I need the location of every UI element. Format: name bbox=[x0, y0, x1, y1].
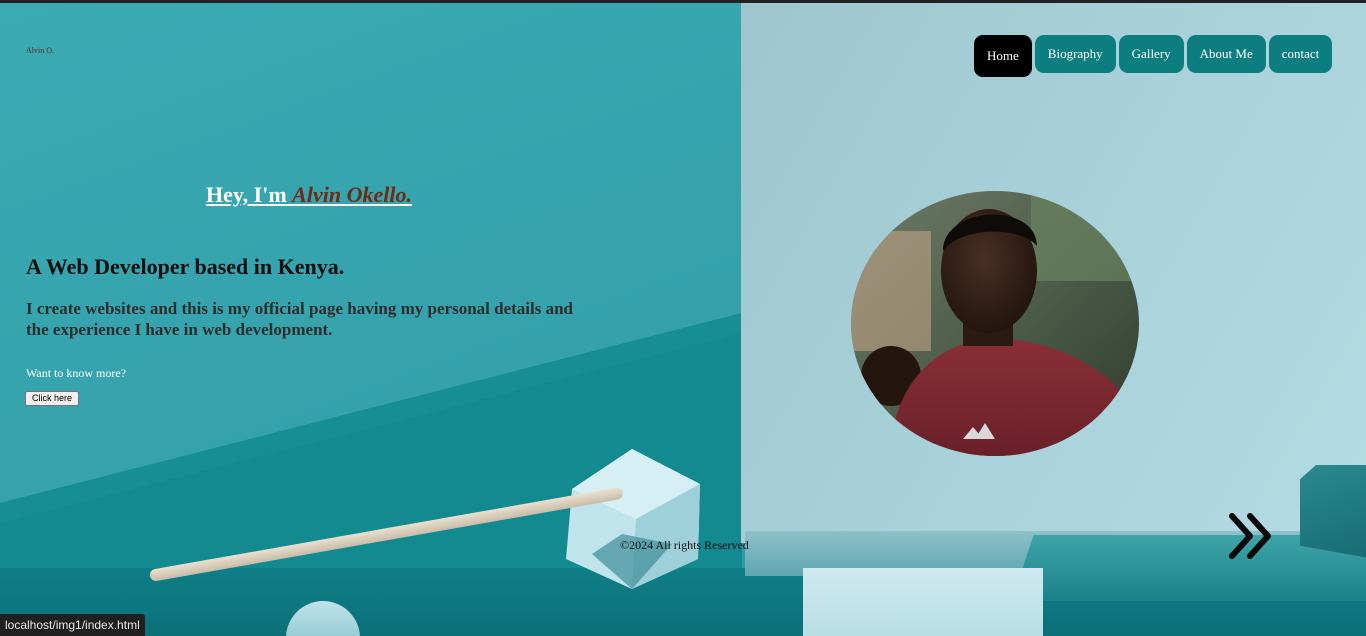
hero-description: I create websites and this is my officia… bbox=[26, 299, 574, 339]
main-nav: Home Biography Gallery About Me contact bbox=[974, 35, 1333, 77]
hero-prompt: Want to know more? bbox=[26, 366, 127, 380]
nav-item-about-me[interactable]: About Me bbox=[1186, 35, 1266, 73]
profile-photo-image bbox=[851, 191, 1139, 456]
double-chevron-right-icon[interactable] bbox=[1228, 512, 1278, 560]
nav-item-home[interactable]: Home bbox=[974, 35, 1032, 77]
hero-greeting: Hey, I'm Alvin Okello. bbox=[206, 182, 412, 208]
nav-item-biography[interactable]: Biography bbox=[1034, 35, 1116, 73]
hero-greeting-text: Hey, I'm bbox=[206, 182, 293, 207]
nav-item-contact[interactable]: contact bbox=[1268, 35, 1333, 73]
nav-item-gallery[interactable]: Gallery bbox=[1118, 35, 1184, 73]
status-bar-url: localhost/img1/index.html bbox=[0, 614, 145, 636]
background-white-slab bbox=[803, 568, 1043, 636]
footer-copyright: ©2024 All rights Reserved bbox=[620, 538, 749, 552]
profile-photo bbox=[851, 191, 1139, 456]
hero-headline: A Web Developer based in Kenya. bbox=[26, 254, 345, 279]
background-hex-block bbox=[1300, 465, 1366, 560]
background-cube bbox=[566, 449, 700, 589]
brand-logo-text[interactable]: Alvin O. bbox=[26, 46, 54, 55]
click-here-button[interactable]: Click here bbox=[25, 391, 79, 406]
hero-name: Alvin Okello. bbox=[292, 182, 412, 207]
